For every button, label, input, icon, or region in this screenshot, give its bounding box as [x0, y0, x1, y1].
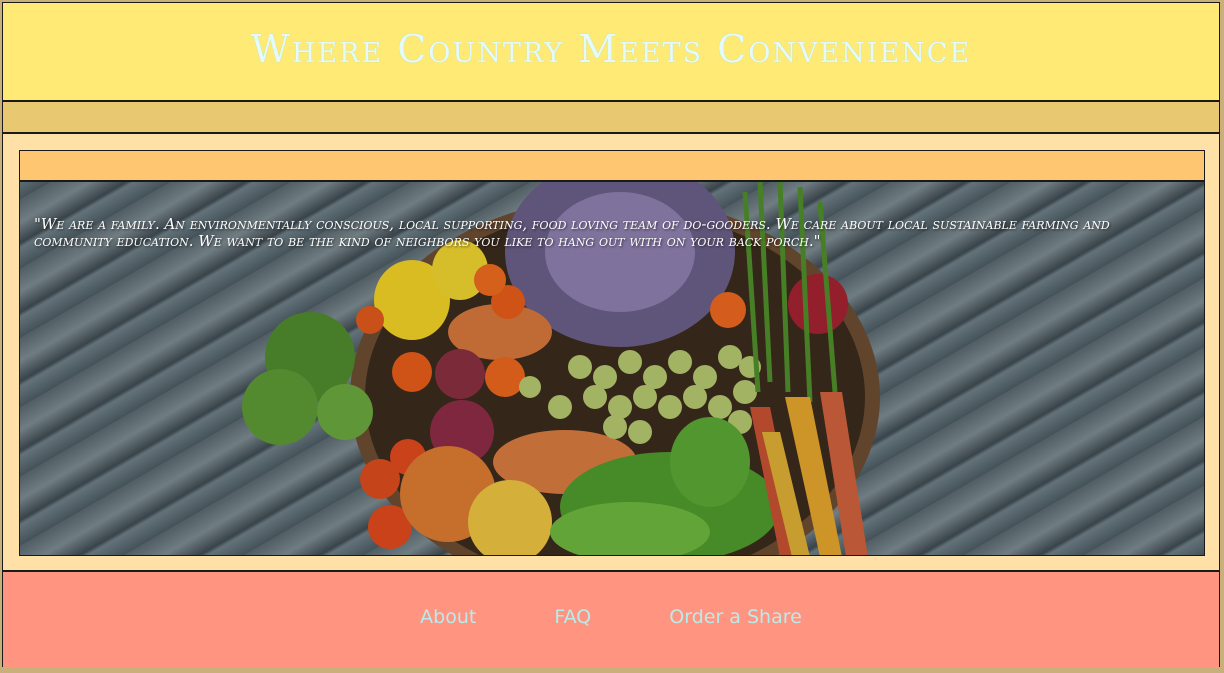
sub-header-bar — [3, 102, 1219, 134]
nav-link-order-a-share[interactable]: Order a Share — [669, 606, 802, 628]
site-header: Where Country Meets Convenience — [3, 3, 1219, 102]
mission-quote: "We are a family. An environmentally con… — [34, 215, 1110, 250]
site-footer: About FAQ Order a Share — [3, 570, 1219, 668]
content-top-bar — [19, 150, 1205, 181]
nav-link-about[interactable]: About — [420, 606, 476, 628]
hero-banner: "We are a family. An environmentally con… — [19, 181, 1205, 556]
page-frame: Where Country Meets Convenience "We are … — [2, 2, 1220, 668]
site-title: Where Country Meets Convenience — [250, 26, 972, 71]
footer-nav: About FAQ Order a Share — [3, 606, 1219, 628]
main-content: "We are a family. An environmentally con… — [3, 134, 1219, 570]
nav-link-faq[interactable]: FAQ — [554, 606, 591, 628]
